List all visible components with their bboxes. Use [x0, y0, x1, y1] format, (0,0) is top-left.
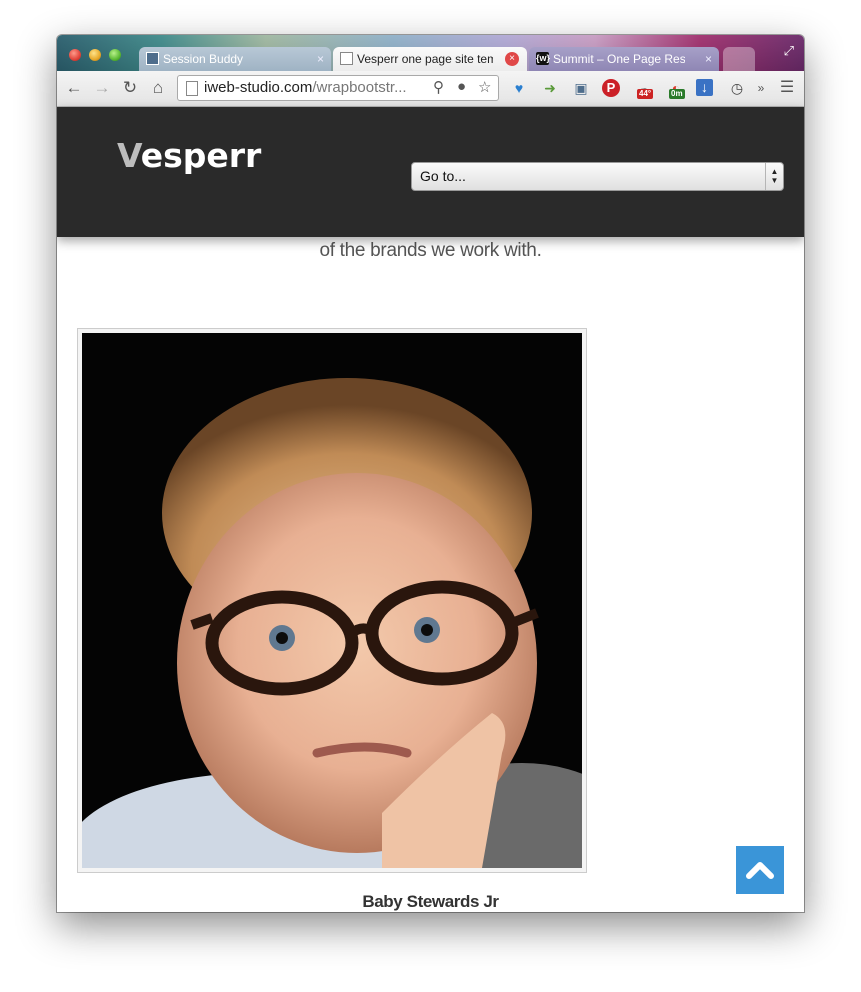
- pinterest-icon[interactable]: P: [602, 79, 620, 97]
- send-icon[interactable]: ➜: [540, 78, 560, 98]
- summit-favicon-icon: {w}: [536, 52, 551, 65]
- lightbulb-icon[interactable]: ●: [457, 78, 466, 95]
- tab-title: Vesperr one page site template: [357, 52, 493, 66]
- select-arrows-icon: ▲ ▼: [765, 163, 783, 190]
- tab-title: Summit – One Page Responsive: [553, 52, 685, 66]
- weather-badge: 44°: [637, 89, 654, 99]
- back-to-top-button[interactable]: [736, 846, 784, 894]
- tab-close-icon[interactable]: ×: [317, 47, 324, 71]
- browser-window: Session Buddy × Vesperr one page site te…: [57, 35, 804, 912]
- zoom-window-button[interactable]: [109, 49, 121, 61]
- tab-strip: Session Buddy × Vesperr one page site te…: [57, 35, 804, 71]
- site-logo[interactable]: Vesperr: [117, 136, 261, 175]
- session-buddy-favicon-icon: [146, 52, 159, 65]
- reload-icon[interactable]: ↻: [120, 78, 140, 98]
- intro-text: of the brands we work with.: [319, 240, 542, 261]
- tab-session-buddy[interactable]: Session Buddy ×: [139, 47, 331, 71]
- tab-summit[interactable]: {w} Summit – One Page Responsive ×: [529, 47, 719, 71]
- download-icon[interactable]: ↓: [696, 79, 713, 96]
- nav-select[interactable]: Go to... ▲ ▼: [411, 162, 784, 191]
- search-zoom-icon[interactable]: ⚲: [433, 78, 444, 96]
- page-icon: [186, 81, 198, 96]
- new-tab-button[interactable]: [723, 47, 755, 71]
- nav-select-label: Go to...: [420, 168, 466, 184]
- tab-vesperr[interactable]: Vesperr one page site template ×: [333, 47, 527, 71]
- tab-close-icon[interactable]: ×: [705, 47, 712, 71]
- tab-close-icon[interactable]: ×: [505, 52, 519, 66]
- fullscreen-icon[interactable]: ⤢: [784, 43, 794, 59]
- page-favicon-icon: [340, 52, 353, 65]
- tab-title: Session Buddy: [163, 52, 244, 66]
- session-icon[interactable]: ▣: [571, 78, 591, 98]
- menu-icon[interactable]: ☰: [777, 78, 797, 98]
- clock-icon[interactable]: ◷: [727, 78, 747, 98]
- forward-icon[interactable]: →: [92, 78, 112, 98]
- browser-toolbar: ← → ↻ ⌂ iweb-studio.com/wrapbootstr... ⚲…: [57, 71, 804, 107]
- back-icon[interactable]: ←: [64, 78, 84, 98]
- star-icon[interactable]: ☆: [478, 78, 491, 96]
- heart-filter-icon[interactable]: ♥: [509, 78, 529, 98]
- overflow-icon[interactable]: »: [751, 78, 771, 98]
- address-bar[interactable]: iweb-studio.com/wrapbootstr... ⚲ ● ☆: [177, 75, 499, 101]
- portfolio-photo: [82, 333, 582, 868]
- chevron-up-icon: [746, 862, 774, 879]
- site-header: Vesperr Go to... ▲ ▼: [57, 107, 804, 237]
- url-text: iweb-studio.com/wrapbootstr...: [204, 79, 407, 96]
- portfolio-caption: Baby Stewards Jr: [362, 892, 499, 911]
- timer-badge: 0m: [669, 89, 685, 99]
- close-window-button[interactable]: [69, 49, 81, 61]
- portfolio-image[interactable]: [77, 328, 587, 873]
- home-icon[interactable]: ⌂: [148, 78, 168, 98]
- minimize-window-button[interactable]: [89, 49, 101, 61]
